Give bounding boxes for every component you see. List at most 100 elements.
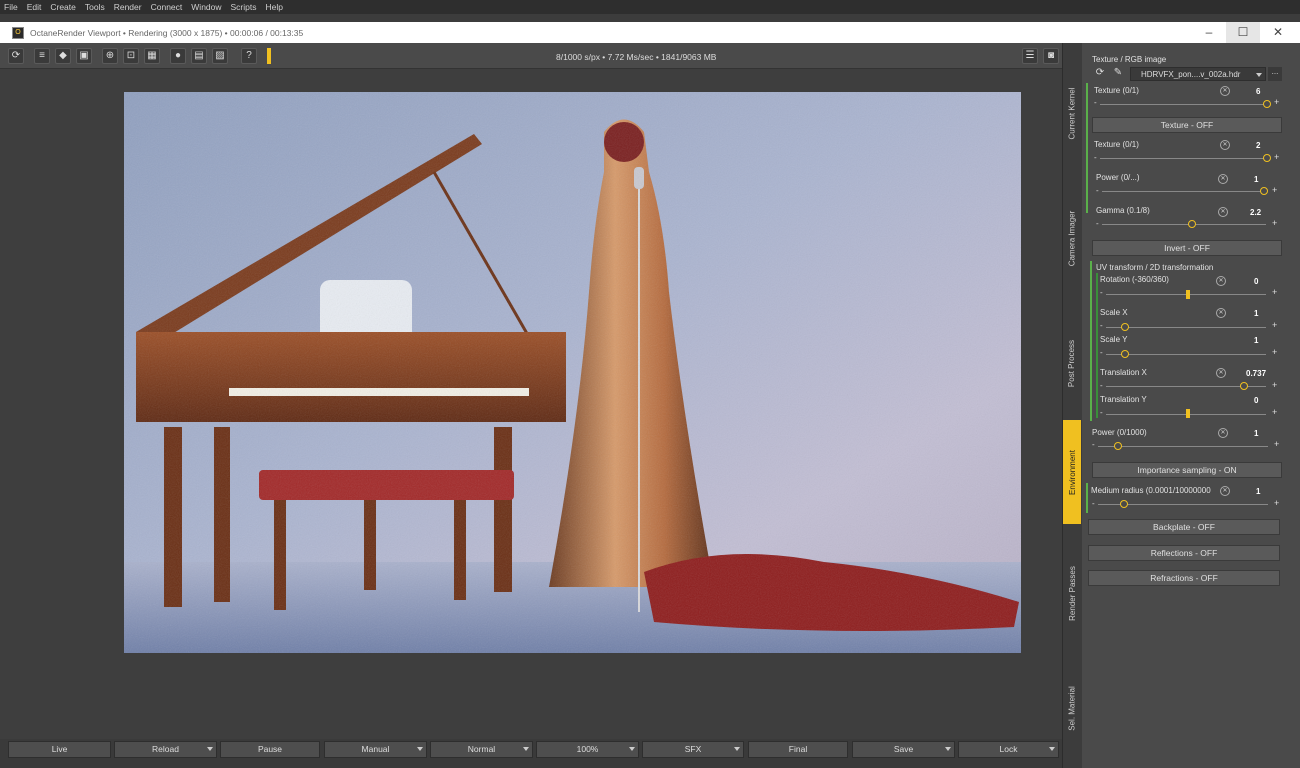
image-icon[interactable]: ▨ bbox=[212, 48, 228, 64]
menu-tools[interactable]: Tools bbox=[85, 2, 105, 12]
render-image[interactable] bbox=[124, 92, 1021, 653]
zoom-dropdown[interactable]: 100% bbox=[536, 741, 639, 758]
tab-camera-imager[interactable]: Camera Imager bbox=[1063, 193, 1081, 283]
texture2-slider-track[interactable] bbox=[1100, 158, 1268, 159]
tab-environment[interactable]: Environment bbox=[1063, 420, 1081, 524]
help-icon[interactable]: ? bbox=[241, 48, 257, 64]
texture1-value[interactable]: 6 bbox=[1256, 87, 1260, 96]
pick-focus-icon[interactable]: ⊕ bbox=[102, 48, 118, 64]
translation-y-value[interactable]: 0 bbox=[1254, 396, 1258, 405]
plus-icon[interactable]: + bbox=[1274, 498, 1279, 508]
plus-icon[interactable]: + bbox=[1274, 439, 1279, 449]
menu-help[interactable]: Help bbox=[266, 2, 283, 12]
plus-icon[interactable]: + bbox=[1272, 320, 1277, 330]
invert-button[interactable]: Invert - OFF bbox=[1092, 240, 1282, 256]
texture1-slider-track[interactable] bbox=[1100, 104, 1268, 105]
plus-icon[interactable]: + bbox=[1272, 287, 1277, 297]
menu-window[interactable]: Window bbox=[191, 2, 221, 12]
plus-icon[interactable]: + bbox=[1272, 380, 1277, 390]
gamma-value[interactable]: 2.2 bbox=[1250, 208, 1261, 217]
translation-x-slider-knob[interactable] bbox=[1240, 382, 1248, 390]
more-button[interactable]: ... bbox=[1268, 67, 1282, 81]
gamma-slider-knob[interactable] bbox=[1188, 220, 1196, 228]
hdr-file-select[interactable]: HDRVFX_pon....v_002a.hdr bbox=[1130, 67, 1266, 81]
texture2-slider-knob[interactable] bbox=[1263, 154, 1271, 162]
zoom-fit-icon[interactable]: ⊡ bbox=[123, 48, 139, 64]
reset-icon[interactable]: ✕ bbox=[1218, 207, 1228, 217]
plus-icon[interactable]: + bbox=[1272, 185, 1277, 195]
importance-sampling-button[interactable]: Importance sampling - ON bbox=[1092, 462, 1282, 478]
tab-sel-material[interactable]: Sel. Material bbox=[1063, 668, 1081, 748]
translation-x-value[interactable]: 0.737 bbox=[1246, 369, 1266, 378]
final-button[interactable]: Final bbox=[748, 741, 848, 758]
tab-render-passes[interactable]: Render Passes bbox=[1063, 548, 1081, 638]
reset-icon[interactable]: ✕ bbox=[1220, 140, 1230, 150]
minus-icon[interactable]: - bbox=[1094, 98, 1097, 107]
reload-button[interactable]: Reload bbox=[114, 741, 217, 758]
power1-value[interactable]: 1 bbox=[1254, 175, 1258, 184]
minus-icon[interactable]: - bbox=[1100, 348, 1103, 357]
maximize-button[interactable]: ☐ bbox=[1226, 22, 1260, 43]
rotation-slider-knob[interactable] bbox=[1186, 290, 1190, 299]
translation-y-slider-knob[interactable] bbox=[1186, 409, 1190, 418]
power1-slider-knob[interactable] bbox=[1260, 187, 1268, 195]
menu-create[interactable]: Create bbox=[50, 2, 76, 12]
gamma-slider-track[interactable] bbox=[1102, 224, 1266, 225]
tab-post-process[interactable]: Post Process bbox=[1063, 323, 1081, 403]
minus-icon[interactable]: - bbox=[1100, 408, 1103, 417]
tile-icon[interactable]: ▤ bbox=[191, 48, 207, 64]
menu-connect[interactable]: Connect bbox=[151, 2, 183, 12]
minus-icon[interactable]: - bbox=[1096, 219, 1099, 228]
plus-icon[interactable]: + bbox=[1274, 152, 1279, 162]
reset-icon[interactable]: ✕ bbox=[1218, 428, 1228, 438]
texture-off-button[interactable]: Texture - OFF bbox=[1092, 117, 1282, 133]
menu-edit[interactable]: Edit bbox=[27, 2, 42, 12]
refractions-button[interactable]: Refractions - OFF bbox=[1088, 570, 1280, 586]
minimize-button[interactable]: – bbox=[1192, 22, 1226, 43]
menu-render[interactable]: Render bbox=[114, 2, 142, 12]
window-titlebar[interactable]: O OctaneRender Viewport • Rendering (300… bbox=[0, 22, 1300, 43]
minus-icon[interactable]: - bbox=[1096, 186, 1099, 195]
scale-y-slider-track[interactable] bbox=[1106, 354, 1266, 355]
plus-icon[interactable]: + bbox=[1274, 97, 1279, 107]
load-icon[interactable]: ◆ bbox=[55, 48, 71, 64]
plus-icon[interactable]: + bbox=[1272, 347, 1277, 357]
power2-slider-track[interactable] bbox=[1098, 446, 1268, 447]
camera-icon[interactable]: ◙ bbox=[1043, 48, 1059, 64]
scale-y-value[interactable]: 1 bbox=[1254, 336, 1258, 345]
reset-icon[interactable]: ✕ bbox=[1216, 276, 1226, 286]
reflections-button[interactable]: Reflections - OFF bbox=[1088, 545, 1280, 561]
edit-icon[interactable]: ✎ bbox=[1110, 66, 1126, 82]
texture1-slider-knob[interactable] bbox=[1263, 100, 1271, 108]
reset-icon[interactable]: ✕ bbox=[1220, 86, 1230, 96]
sfx-dropdown[interactable]: SFX bbox=[642, 741, 744, 758]
minus-icon[interactable]: - bbox=[1100, 321, 1103, 330]
medium-radius-slider-knob[interactable] bbox=[1120, 500, 1128, 508]
power2-slider-knob[interactable] bbox=[1114, 442, 1122, 450]
scale-x-slider-knob[interactable] bbox=[1121, 323, 1129, 331]
menu-file[interactable]: File bbox=[4, 2, 18, 12]
grid-view-icon[interactable]: ▦ bbox=[144, 48, 160, 64]
plus-icon[interactable]: + bbox=[1272, 218, 1277, 228]
scale-y-slider-knob[interactable] bbox=[1121, 350, 1129, 358]
minus-icon[interactable]: - bbox=[1092, 440, 1095, 449]
power1-slider-track[interactable] bbox=[1102, 191, 1266, 192]
rotation-value[interactable]: 0 bbox=[1254, 277, 1258, 286]
tab-current-kernel[interactable]: Current Kernel bbox=[1063, 73, 1081, 153]
texture2-value[interactable]: 2 bbox=[1256, 141, 1260, 150]
reset-icon[interactable]: ✕ bbox=[1216, 368, 1226, 378]
minus-icon[interactable]: - bbox=[1100, 288, 1103, 297]
reset-icon[interactable]: ✕ bbox=[1218, 174, 1228, 184]
record-icon[interactable]: ● bbox=[170, 48, 186, 64]
plus-icon[interactable]: + bbox=[1272, 407, 1277, 417]
reset-icon[interactable]: ✕ bbox=[1220, 486, 1230, 496]
menu-scripts[interactable]: Scripts bbox=[231, 2, 257, 12]
lock-dropdown[interactable]: Lock bbox=[958, 741, 1059, 758]
save-dropdown[interactable]: Save bbox=[852, 741, 955, 758]
scale-x-slider-track[interactable] bbox=[1106, 327, 1266, 328]
close-button[interactable]: ✕ bbox=[1261, 22, 1295, 43]
minus-icon[interactable]: - bbox=[1100, 381, 1103, 390]
normal-dropdown[interactable]: Normal bbox=[430, 741, 533, 758]
medium-radius-value[interactable]: 1 bbox=[1256, 487, 1260, 496]
refresh-icon[interactable]: ⟳ bbox=[8, 48, 24, 64]
